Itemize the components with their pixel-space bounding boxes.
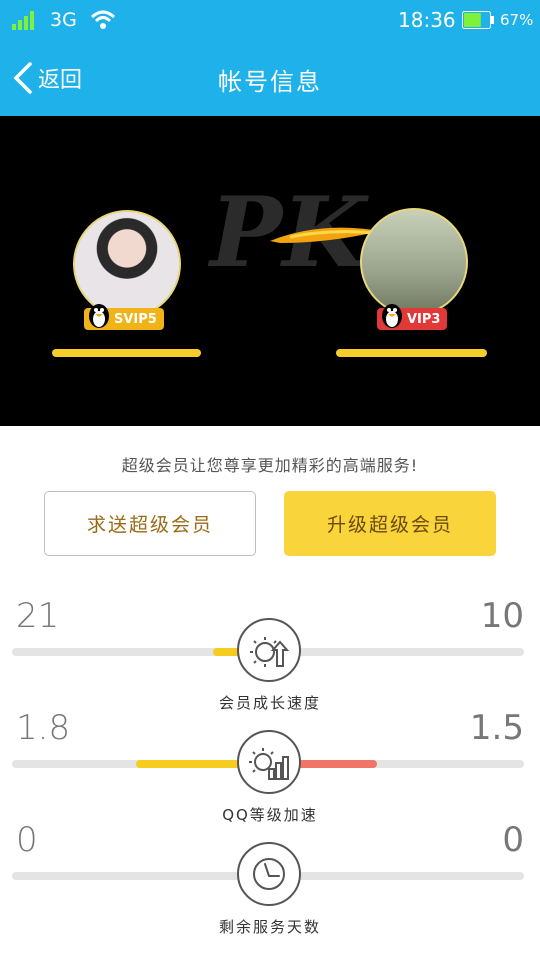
level-speed-icon: [237, 730, 301, 794]
wifi-icon: [90, 10, 116, 29]
stat-left-value: 1.8: [16, 708, 71, 748]
status-bar: 3G 18:36 67%: [0, 0, 540, 40]
signal-icon: [12, 11, 34, 30]
stat-right-value: 0: [502, 820, 524, 860]
stat-right-value: 1.5: [469, 708, 524, 748]
stat-left-value: 21: [16, 596, 60, 636]
page-title: 帐号信息: [218, 68, 322, 96]
battery-icon: [462, 11, 494, 29]
clock-icon: [237, 842, 301, 906]
pk-art: PK: [207, 176, 380, 289]
right-vip-badge: VIP3: [377, 304, 447, 330]
nav-bar: 返回 帐号信息: [0, 40, 540, 116]
battery-percent: 67%: [500, 11, 534, 29]
growth-icon: [237, 618, 301, 682]
stat-label: 剩余服务天数: [218, 918, 321, 936]
qq-penguin-icon: [382, 304, 402, 328]
request-svip-gift-button[interactable]: 求送超级会员: [44, 491, 256, 556]
left-user-name-bar: [52, 349, 201, 357]
stat-row-growth: 21 10 会员成长速度: [0, 596, 540, 712]
stat-row-remaining-days: 0 0 剩余服务天数: [0, 820, 540, 936]
stat-left-value: 0: [16, 820, 38, 860]
network-type: 3G: [50, 9, 77, 31]
right-badge-label: VIP3: [407, 311, 441, 327]
qq-penguin-icon: [89, 304, 109, 328]
stat-row-level-speed: 1.8 1.5 QQ等级加速: [0, 708, 540, 824]
right-user-name-bar: [336, 349, 487, 357]
promo-text: 超级会员让您尊享更加精彩的高端服务!: [121, 456, 419, 475]
upgrade-svip-button[interactable]: 升级超级会员: [284, 491, 496, 556]
clock-time: 18:36: [398, 8, 456, 32]
left-vip-badge: SVIP5: [84, 304, 164, 330]
stat-right-value: 10: [480, 596, 524, 636]
right-user-avatar[interactable]: [360, 208, 468, 316]
pk-banner: PK: [0, 116, 540, 426]
left-badge-label: SVIP5: [114, 311, 157, 327]
